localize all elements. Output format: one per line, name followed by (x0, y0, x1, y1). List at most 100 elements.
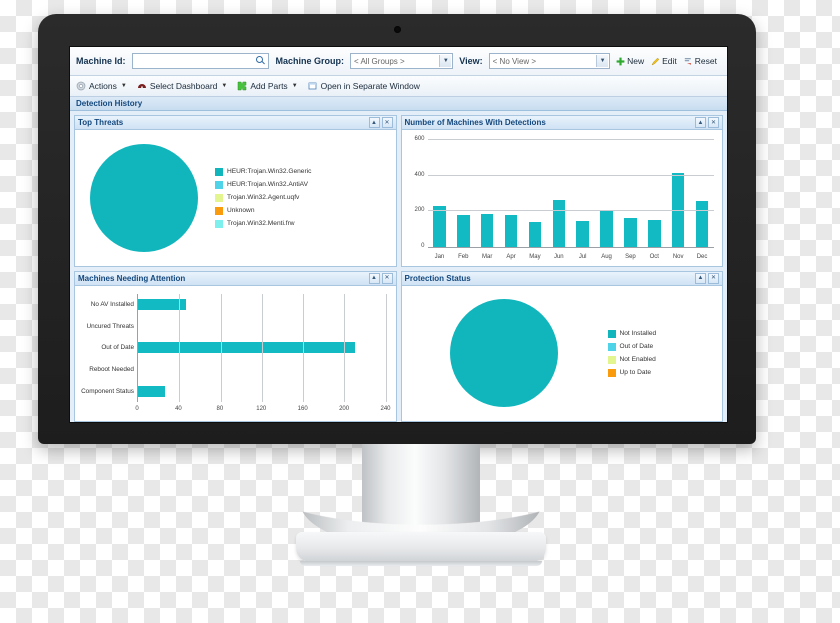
monitor-stand-base (296, 532, 546, 566)
legend-label: Trojan.Win32.Menti.frw (227, 220, 295, 228)
legend-label: Up to Date (619, 369, 652, 377)
legend-swatch (215, 180, 223, 189)
chevron-down-icon[interactable]: ▼ (292, 83, 298, 89)
pie-chart-top-threats (79, 143, 209, 252)
collapse-icon[interactable]: ▲ (368, 117, 380, 128)
toolbar-label-add-parts: Add Parts (250, 81, 288, 91)
reset-button[interactable]: Reset (684, 56, 717, 66)
bar (648, 219, 661, 247)
legend-protection: Not Installed Out of Date Not Enabled Up to… (602, 329, 719, 377)
toolbar-item-select-dashboard[interactable]: Select Dashboard ▼ (137, 81, 227, 91)
x-axis-labels: 0 40 80 120 160 200 240 (135, 406, 390, 415)
x-axis-tick: Jun (553, 253, 564, 260)
toolbar-label-select-dashboard: Select Dashboard (149, 81, 218, 91)
category-label: Reboot Needed (89, 365, 134, 373)
machine-id-field[interactable] (134, 54, 255, 68)
reset-button-label: Reset (694, 56, 717, 66)
panel-header-buttons: ▲ ✕ (695, 117, 719, 128)
legend-item: HEUR:Trojan.Win32.Generic (215, 167, 392, 176)
legend-item: Up to Date (607, 368, 719, 377)
panel-attention: Machines Needing Attention ▲ ✕ No AV Ins… (74, 270, 397, 422)
gridline: 600 (414, 136, 714, 142)
close-icon[interactable]: ✕ (708, 272, 719, 284)
puzzle-icon (238, 81, 247, 91)
chevron-down-icon[interactable]: ▼ (596, 55, 609, 67)
close-icon[interactable]: ✕ (381, 117, 393, 128)
bar-column (619, 140, 643, 247)
machine-id-input[interactable] (131, 53, 270, 69)
panel-header-buttons: ▲ ✕ (368, 117, 393, 128)
legend-swatch (607, 368, 616, 377)
bar (457, 214, 470, 247)
pie-graphic (449, 299, 558, 408)
legend-label: Not Installed (619, 330, 657, 338)
bar (138, 385, 165, 397)
panel-header: Machines Needing Attention ▲ ✕ (75, 271, 396, 286)
panel-title-top-threats: Top Threats (78, 118, 124, 127)
gridline (303, 293, 304, 402)
toolbar-item-open-separate-window[interactable]: Open in Separate Window (308, 81, 420, 91)
toolbar-item-actions[interactable]: Actions ▼ (76, 81, 127, 91)
action-buttons: New Edit Reset (616, 56, 721, 66)
collapse-icon[interactable]: ▲ (368, 272, 380, 284)
chevron-down-icon[interactable]: ▼ (121, 83, 127, 89)
panel-title-detections: Number of Machines With Detections (404, 118, 546, 127)
gridline (179, 293, 181, 402)
panel-header: Top Threats ▲ ✕ (75, 116, 396, 130)
x-axis-tick: 200 (339, 406, 350, 412)
toolbar-label-open-separate-window: Open in Separate Window (320, 81, 420, 91)
legend-swatch (215, 219, 223, 228)
edit-button[interactable]: Edit (651, 56, 677, 66)
machine-id-label: Machine Id: (76, 56, 126, 66)
legend-swatch (607, 329, 616, 338)
bar-column (428, 140, 452, 247)
new-button-label: New (627, 56, 645, 66)
view-value: < No View > (492, 56, 537, 66)
tab-detection-history[interactable]: Detection History (76, 99, 142, 108)
plot-area: No AV Installed Uncured Threats Out of Dat… (81, 293, 387, 402)
x-axis-tick: Jul (578, 253, 587, 260)
bar-column (642, 140, 666, 247)
collapse-icon[interactable]: ▲ (695, 117, 706, 128)
close-icon[interactable]: ✕ (708, 117, 719, 128)
monitor-stand-neck (362, 444, 480, 544)
bar-column (451, 140, 475, 247)
gridline: 200 (414, 207, 714, 213)
category-label: Out of Date (101, 344, 134, 352)
bar-chart-detections: 0 200 400 600 Jan Feb Mar Apr May Jun Jul Aug Sep Oc… (406, 134, 719, 262)
bar (528, 221, 542, 247)
y-axis-tick: 600 (414, 136, 425, 142)
machine-group-select[interactable]: < All Groups > ▼ (349, 53, 454, 69)
new-button[interactable]: New (616, 56, 644, 66)
bar (433, 205, 446, 247)
collapse-icon[interactable]: ▲ (695, 272, 706, 284)
pie-graphic (90, 143, 198, 252)
legend-item: Trojan.Win32.Agent.uqfv (215, 193, 392, 202)
chevron-down-icon[interactable]: ▼ (221, 83, 227, 89)
window-icon (308, 82, 317, 90)
search-icon[interactable] (254, 55, 266, 67)
bar (576, 220, 589, 247)
plot-area: 0 200 400 600 (414, 136, 714, 249)
dashboard-icon (137, 84, 146, 89)
x-axis-tick: Mar (482, 253, 493, 260)
legend-item: Not Installed (607, 329, 719, 338)
close-icon[interactable]: ✕ (381, 272, 393, 284)
x-axis-tick: Nov (672, 253, 684, 260)
x-axis-tick: May (529, 253, 541, 260)
legend-swatch (215, 167, 223, 176)
gridline (385, 293, 387, 402)
toolbar-item-add-parts[interactable]: Add Parts ▼ (237, 81, 298, 91)
chevron-down-icon[interactable]: ▼ (439, 55, 452, 67)
legend-swatch (607, 342, 616, 351)
monitor-frame: Machine Id: Machine Group: < All Groups … (38, 14, 756, 444)
bar-column (690, 140, 714, 247)
legend-swatch (215, 193, 223, 202)
legend-top-threats: HEUR:Trojan.Win32.Generic HEUR:Trojan.Win… (209, 167, 392, 228)
x-axis-tick: 0 (135, 406, 139, 412)
bar-column (595, 140, 619, 247)
view-select[interactable]: < No View > ▼ (488, 53, 611, 69)
x-axis-tick: Apr (506, 253, 516, 260)
y-axis-tick: 400 (414, 171, 425, 178)
category-label: Uncured Threats (86, 322, 134, 330)
